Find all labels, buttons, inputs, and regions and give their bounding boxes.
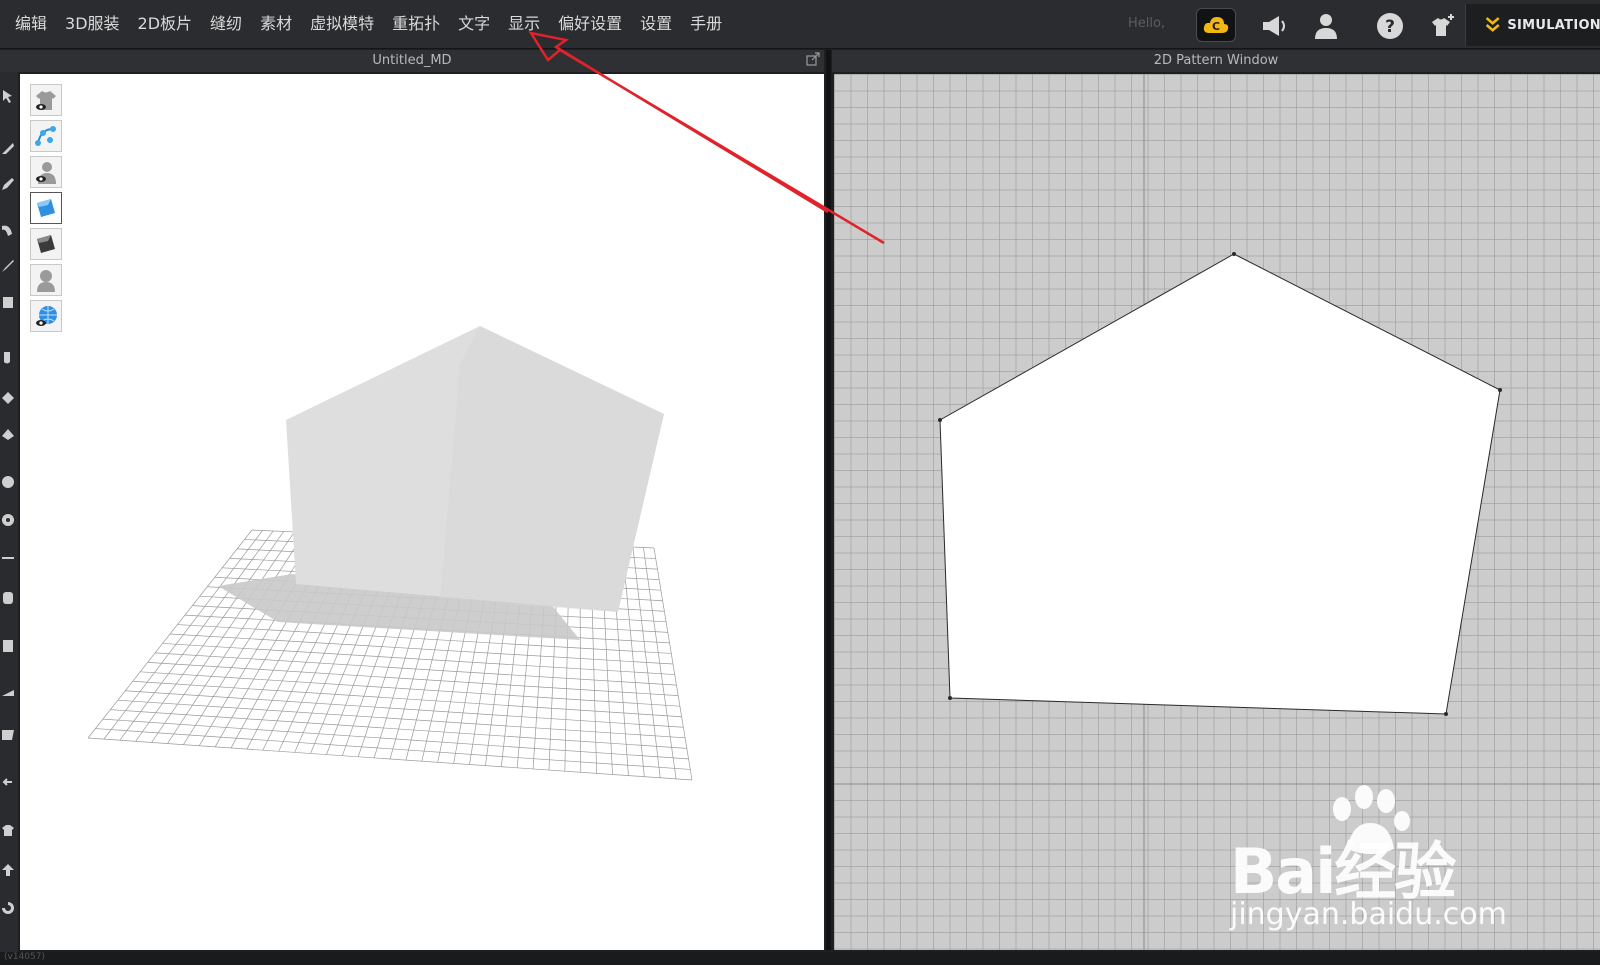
add-garment-button[interactable] xyxy=(1422,6,1462,46)
2d-window-title: 2D Pattern Window xyxy=(832,50,1600,72)
menu-settings[interactable]: 设置 xyxy=(631,0,681,48)
buttonhole-tool-icon[interactable] xyxy=(0,512,16,528)
megaphone-icon xyxy=(1263,16,1285,36)
fabric-texture-icon xyxy=(37,199,55,217)
collapse-arrow-icon[interactable] xyxy=(0,774,16,790)
viewport-splitter[interactable] xyxy=(826,50,831,950)
help-icon: ? xyxy=(1377,13,1403,39)
main-menu: 编辑 3D服装 2D板片 缝纫 素材 虚拟模特 重拓扑 文字 显示 偏好设置 设… xyxy=(0,0,731,48)
tack-icon[interactable] xyxy=(0,350,16,366)
user-greeting: Hello, xyxy=(1128,16,1166,31)
menu-edit[interactable]: 编辑 xyxy=(6,0,56,48)
simulation-button[interactable]: SIMULATION xyxy=(1465,4,1600,46)
avatar-joints-button[interactable] xyxy=(30,120,62,152)
simulation-chevron-icon xyxy=(1485,17,1500,32)
popout-icon[interactable] xyxy=(806,52,820,66)
menu-display[interactable]: 显示 xyxy=(499,0,549,48)
move-pin-icon[interactable] xyxy=(0,140,16,156)
menu-sewing[interactable]: 缝纫 xyxy=(201,0,251,48)
shirt-tool-icon[interactable] xyxy=(0,822,16,838)
pencil-icon[interactable] xyxy=(0,176,16,192)
garment-view-icon xyxy=(36,91,56,110)
menu-materials[interactable]: 素材 xyxy=(251,0,301,48)
cloud-button[interactable]: C xyxy=(1196,8,1236,42)
brush-icon[interactable] xyxy=(0,258,16,274)
menu-preferences[interactable]: 偏好设置 xyxy=(549,0,631,48)
svg-text:C: C xyxy=(1212,20,1220,33)
menu-avatar[interactable]: 虚拟模特 xyxy=(301,0,383,48)
3d-scene xyxy=(87,326,693,781)
environment-globe-button[interactable] xyxy=(30,300,62,332)
avatar-silhouette-button[interactable] xyxy=(30,264,62,296)
rotate-view-icon[interactable] xyxy=(0,900,16,916)
menu-2d-pattern[interactable]: 2D板片 xyxy=(129,0,202,48)
pattern-vertex[interactable] xyxy=(1498,388,1502,392)
avatar-view-icon xyxy=(36,162,56,184)
status-bar: (v14057) xyxy=(0,952,1600,965)
svg-text:?: ? xyxy=(1385,17,1395,37)
pattern-piece-3d-shade xyxy=(440,326,664,612)
avatar-view-button[interactable] xyxy=(30,156,62,188)
fold-arrange-icon[interactable] xyxy=(0,222,16,238)
garment-view-button[interactable] xyxy=(30,84,62,116)
menubar: 编辑 3D服装 2D板片 缝纫 素材 虚拟模特 重拓扑 文字 显示 偏好设置 设… xyxy=(0,0,1600,49)
user-icon xyxy=(1315,14,1337,39)
pattern-vertex[interactable] xyxy=(948,696,952,700)
menu-text[interactable]: 文字 xyxy=(449,0,499,48)
user-account-button[interactable] xyxy=(1306,6,1346,46)
pattern-vertex[interactable] xyxy=(1444,712,1448,716)
3d-window-title: Untitled_MD xyxy=(0,50,824,72)
viewport-display-toolbar xyxy=(30,84,64,336)
arrangement-point-icon[interactable] xyxy=(0,390,16,406)
announcement-button[interactable] xyxy=(1254,6,1294,46)
fabric-piece-icon[interactable] xyxy=(0,726,16,742)
select-mesh-icon[interactable] xyxy=(0,88,16,104)
pattern-vertex[interactable] xyxy=(938,418,942,422)
button-tool-icon[interactable] xyxy=(0,474,16,490)
menu-retopology[interactable]: 重拓扑 xyxy=(383,0,449,48)
cloud-icon: C xyxy=(1203,17,1229,33)
trim-tool-icon[interactable] xyxy=(0,684,16,700)
help-button[interactable]: ? xyxy=(1370,6,1410,46)
avatar-silhouette-icon xyxy=(37,270,55,292)
3d-viewport[interactable] xyxy=(20,74,824,950)
fabric-solid-button[interactable] xyxy=(30,228,62,260)
pattern-piece-2d[interactable] xyxy=(939,253,1501,715)
line-tool-icon[interactable] xyxy=(0,550,16,566)
fabric-solid-icon xyxy=(37,235,55,253)
simulation-label: SIMULATION xyxy=(1507,17,1600,33)
zipper-tool-icon[interactable] xyxy=(0,590,16,606)
menu-3d-garment[interactable]: 3D服装 xyxy=(56,0,129,48)
tape-tool-icon[interactable] xyxy=(0,638,16,654)
watermark-url: jingyan.baidu.com xyxy=(1230,897,1507,932)
status-text: (v14057) xyxy=(4,952,45,962)
fabric-texture-button[interactable] xyxy=(30,192,62,224)
garment-plus-icon xyxy=(1432,14,1454,36)
arrangement-plane-icon[interactable] xyxy=(0,426,16,442)
upload-arrow-icon[interactable] xyxy=(0,862,16,878)
garment-fit-icon[interactable] xyxy=(0,294,16,310)
environment-globe-icon xyxy=(36,306,57,326)
baidu-watermark: Bai经验 jingyan.baidu.com xyxy=(1220,785,1520,935)
pattern-vertex[interactable] xyxy=(1232,252,1236,256)
avatar-joints-icon xyxy=(35,126,56,146)
3d-tool-strip xyxy=(0,72,18,952)
menu-manual[interactable]: 手册 xyxy=(681,0,731,48)
